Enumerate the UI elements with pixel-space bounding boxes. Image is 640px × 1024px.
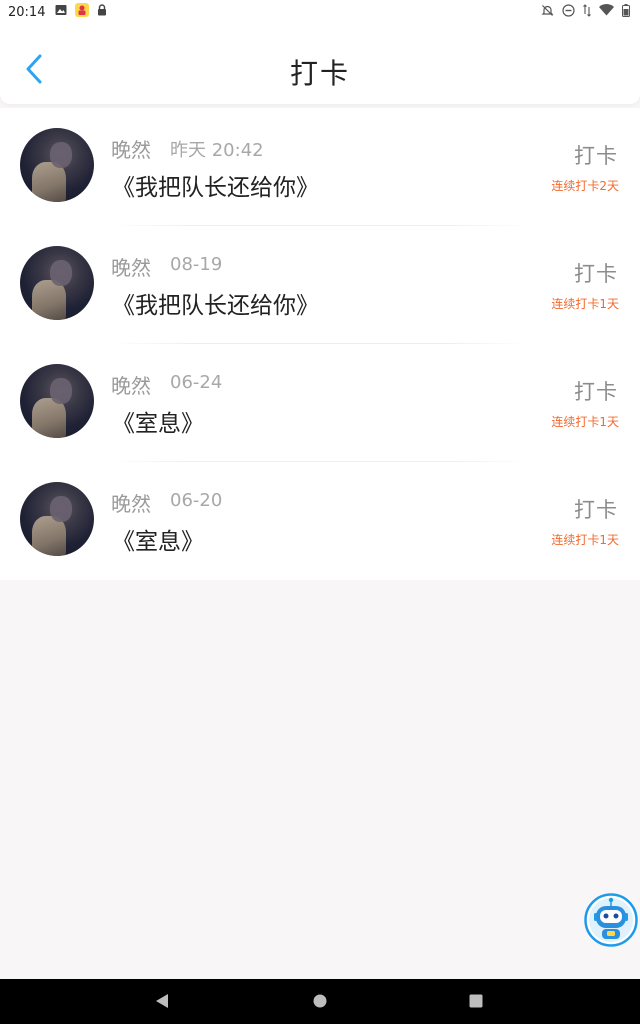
streak-label: 连续打卡1天 [551, 415, 619, 429]
lock-icon [97, 4, 107, 20]
list-item[interactable]: 晚然 06-24 《室息》 打卡 连续打卡1天 [0, 344, 640, 462]
avatar[interactable] [20, 482, 94, 556]
streak-label: 连续打卡1天 [551, 533, 619, 547]
avatar[interactable] [20, 246, 94, 320]
status-left-icons [55, 3, 107, 21]
nav-back-button[interactable] [152, 991, 172, 1011]
data-transfer-icon [583, 3, 591, 21]
status-time: 20:14 [8, 4, 46, 20]
status-right-icons [541, 3, 630, 21]
app-notification-icon [75, 3, 90, 21]
user-name: 晚然 [111, 138, 151, 162]
assistant-button[interactable] [583, 892, 639, 948]
nav-recents-button[interactable] [466, 991, 486, 1011]
checkin-time: 08-19 [170, 254, 223, 275]
page-title: 打卡 [289, 57, 350, 90]
checkin-button[interactable]: 打卡 [574, 494, 618, 524]
bell-off-icon [541, 4, 554, 21]
screen: 20:14 打卡 晚然 昨天 20:42 《我把队长还给你》 打卡 连续打卡2天… [0, 0, 640, 1024]
header: 打卡 [0, 24, 640, 104]
image-icon [55, 4, 67, 20]
streak-label: 连续打卡1天 [551, 297, 619, 311]
checkin-list: 晚然 昨天 20:42 《我把队长还给你》 打卡 连续打卡2天 晚然 08-19… [0, 108, 640, 580]
avatar[interactable] [20, 128, 94, 202]
checkin-button[interactable]: 打卡 [574, 376, 618, 406]
circle-home-icon [313, 994, 327, 1008]
robot-icon [584, 893, 638, 947]
checkin-button[interactable]: 打卡 [574, 258, 618, 288]
list-item[interactable]: 晚然 08-19 《我把队长还给你》 打卡 连续打卡1天 [0, 226, 640, 344]
user-name: 晚然 [111, 256, 151, 280]
triangle-back-icon [156, 994, 168, 1008]
nav-home-button[interactable] [310, 991, 330, 1011]
navigation-bar [0, 979, 640, 1024]
checkin-time: 06-24 [170, 372, 223, 393]
book-title: 《我把队长还给你》 [112, 175, 319, 201]
user-name: 晚然 [111, 374, 151, 398]
book-title: 《室息》 [112, 411, 204, 437]
avatar[interactable] [20, 364, 94, 438]
wifi-icon [599, 4, 614, 20]
checkin-time: 06-20 [170, 490, 223, 511]
user-name: 晚然 [111, 492, 151, 516]
book-title: 《室息》 [112, 529, 204, 555]
do-not-disturb-icon [562, 3, 575, 21]
battery-icon [622, 3, 630, 21]
square-recents-icon [469, 994, 483, 1008]
streak-label: 连续打卡2天 [551, 179, 619, 193]
status-bar: 20:14 [0, 0, 640, 24]
book-title: 《我把队长还给你》 [112, 293, 319, 319]
checkin-time: 昨天 20:42 [170, 140, 264, 161]
list-item[interactable]: 晚然 昨天 20:42 《我把队长还给你》 打卡 连续打卡2天 [0, 108, 640, 226]
list-item[interactable]: 晚然 06-20 《室息》 打卡 连续打卡1天 [0, 462, 640, 580]
checkin-button[interactable]: 打卡 [574, 140, 618, 170]
